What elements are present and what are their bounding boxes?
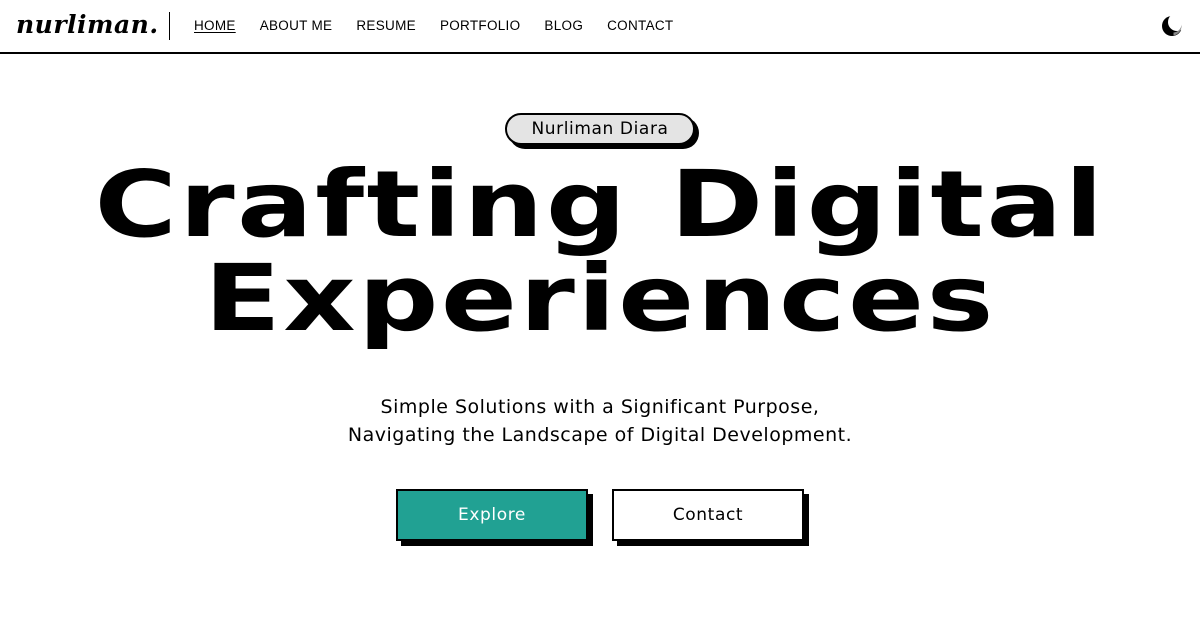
hero-subtitle: Simple Solutions with a Significant Purp… [0, 393, 1200, 449]
name-badge: Nurliman Diara [505, 113, 695, 145]
headline-line-1: Crafting Digital [94, 151, 1106, 258]
contact-button[interactable]: Contact [612, 489, 804, 541]
main-nav: HOME ABOUT ME RESUME PORTFOLIO BLOG CONT… [194, 18, 697, 34]
nav-item-home[interactable]: HOME [194, 18, 236, 34]
site-logo[interactable]: nurliman. [16, 10, 159, 39]
nav-item-contact[interactable]: CONTACT [607, 18, 673, 34]
nav-item-portfolio[interactable]: PORTFOLIO [440, 18, 520, 34]
headline-line-2: Experiences [204, 245, 996, 352]
nav-item-blog[interactable]: BLOG [544, 18, 583, 34]
hero-headline: Crafting Digital Experiences [0, 158, 1200, 346]
moon-icon [1162, 13, 1186, 36]
site-header: nurliman. HOME ABOUT ME RESUME PORTFOLIO… [0, 0, 1200, 54]
logo-divider [169, 12, 170, 40]
nav-item-about-me[interactable]: ABOUT ME [260, 18, 333, 34]
nav-item-resume[interactable]: RESUME [356, 18, 416, 34]
explore-button[interactable]: Explore [396, 489, 588, 541]
subtitle-line-1: Simple Solutions with a Significant Purp… [380, 396, 820, 418]
subtitle-line-2: Navigating the Landscape of Digital Deve… [347, 424, 853, 446]
theme-toggle-button[interactable] [1160, 13, 1186, 38]
